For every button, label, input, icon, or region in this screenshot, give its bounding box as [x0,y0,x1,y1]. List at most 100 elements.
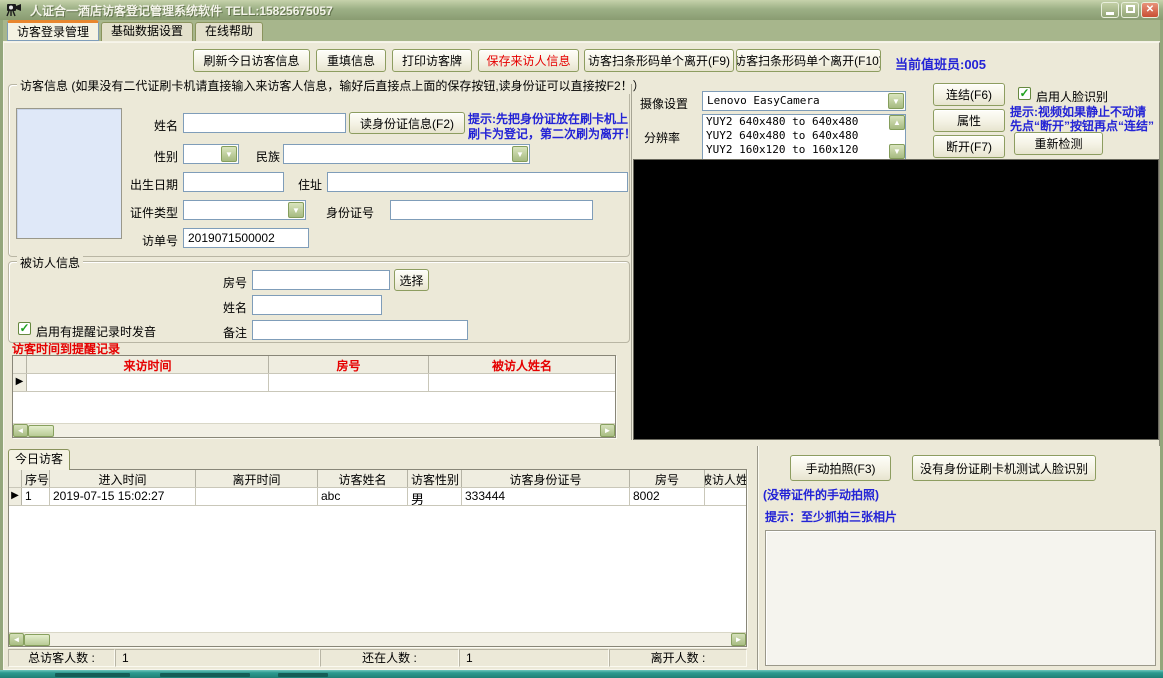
visitor-info-title: 访客信息 (如果没有二代证刷卡机请直接输入来访客人信息，输好后直接点上面的保存按… [17,77,648,94]
resolution-listbox[interactable]: YUY2 640x480 to 640x480 YUY2 640x480 to … [702,114,906,160]
properties-button[interactable]: 属性 [933,109,1005,132]
scrollbar-thumb[interactable] [28,425,54,437]
no-card-face-test-button[interactable]: 没有身份证刷卡机测试人脸识别 [912,455,1096,481]
address-input[interactable] [327,172,628,192]
birth-date-label: 出生日期 [108,176,178,193]
birth-date-input[interactable] [183,172,284,192]
remark-input[interactable] [252,320,468,340]
refresh-today-button[interactable]: 刷新今日访客信息 [193,49,310,72]
read-id-card-button[interactable]: 读身份证信息(F2) [349,112,465,134]
col-leave-time: 离开时间 [196,470,318,487]
cell-room-no: 8002 [630,488,705,505]
tab-online-help[interactable]: 在线帮助 [195,22,263,41]
scroll-left-icon[interactable]: ◄ [13,424,28,437]
visited-name-input[interactable] [252,295,382,315]
scroll-down-icon[interactable]: ▼ [889,144,905,159]
cell-entry-time: 2019-07-15 15:02:27 [50,488,196,505]
present-visitors-label: 还在人数 : [320,649,459,667]
taskbar-button[interactable] [160,673,250,677]
today-visitors-table: 序号 进入时间 离开时间 访客姓名 访客性别 访客身份证号 房号 被访人姓名 ▶… [8,469,747,647]
row-selector-header [9,470,22,487]
scroll-right-icon[interactable]: ► [600,424,615,437]
visit-no-label: 访单号 [130,232,178,249]
connect-button[interactable]: 连结(F6) [933,83,1005,106]
reminder-table-header: 来访时间 房号 被访人姓名 [13,356,615,374]
sound-reminder-label: 启用有提醒记录时发音 [36,323,156,340]
cell-visited-name [705,488,746,505]
resolution-label: 分辨率 [644,129,680,146]
app-icon [6,3,22,17]
id-number-label: 身份证号 [312,204,374,221]
id-card-tip-line2: 刷卡为登记，第二次刷为离开！ [468,125,629,142]
resolution-option[interactable]: YUY2 640x480 to 640x480 [703,115,905,129]
camera-device-select[interactable]: Lenovo EasyCamera ▼ [702,91,906,111]
cell-leave-time [196,488,318,505]
minimize-button[interactable] [1101,2,1119,18]
redetect-button[interactable]: 重新检测 [1014,132,1103,155]
gender-select[interactable]: ▼ [183,144,239,164]
camera-video-feed [633,159,1159,440]
today-hscrollbar[interactable]: ◄ ► [9,632,746,646]
resolution-option[interactable]: YUY2 160x120 to 160x120 [703,143,905,157]
camera-settings-label: 摄像设置 [640,95,688,112]
manual-photo-button[interactable]: 手动拍照(F3) [790,455,891,481]
id-type-select[interactable]: ▼ [183,200,306,220]
today-table-header: 序号 进入时间 离开时间 访客姓名 访客性别 访客身份证号 房号 被访人姓名 [9,470,746,488]
tab-base-data[interactable]: 基础数据设置 [101,22,193,41]
taskbar-button[interactable] [278,673,328,677]
window-title: 人证合一酒店访客登记管理系统软件 TELL:15825675057 [30,2,333,19]
save-visitor-button[interactable]: 保存来访人信息 [478,49,579,72]
ethnic-select[interactable]: ▼ [283,144,530,164]
refill-info-button[interactable]: 重填信息 [316,49,386,72]
scroll-left-icon[interactable]: ◄ [9,633,24,646]
face-recognition-checkbox[interactable]: ✓ [1018,87,1031,100]
resolution-option[interactable]: YUY2 640x480 to 640x480 [703,129,905,143]
cell-visitor-id-no: 333444 [462,488,630,505]
today-table-row[interactable]: ▶ 1 2019-07-15 15:02:27 abc 男 333444 800… [9,488,746,506]
present-visitors-value: 1 [459,649,609,667]
total-visitors-value: 1 [115,649,320,667]
col-visited-name: 被访人姓名 [429,356,615,373]
cell-visitor-name: abc [318,488,408,505]
row-selector-header [13,356,27,373]
camera-device-value: Lenovo EasyCamera [707,94,820,107]
left-visitors-label: 离开人数 : [609,649,747,667]
scan-barcode-leave-f9-button[interactable]: 访客扫条形码单个离开(F9) [584,49,734,72]
row-marker-icon: ▶ [13,374,27,391]
col-visitor-name: 访客姓名 [318,470,408,487]
room-no-input[interactable] [252,270,390,290]
sound-reminder-checkbox[interactable]: ✓ [18,322,31,335]
close-button[interactable]: ✕ [1141,2,1159,18]
gender-label: 性别 [130,148,178,165]
row-marker-icon: ▶ [9,488,22,505]
select-room-button[interactable]: 选择 [394,269,429,291]
visit-no-input[interactable]: 2019071500002 [183,228,309,248]
manual-photo-note: (没带证件的手动拍照) [763,486,879,503]
scrollbar-thumb[interactable] [24,634,50,646]
tab-visitor-register[interactable]: 访客登录管理 [7,20,99,41]
room-no-label: 房号 [207,274,247,291]
col-visitor-id-no: 访客身份证号 [462,470,630,487]
scroll-right-icon[interactable]: ► [731,633,746,646]
chevron-down-icon[interactable]: ▼ [512,146,528,162]
ethnic-label: 民族 [248,148,280,165]
print-badge-button[interactable]: 打印访客牌 [392,49,472,72]
scroll-up-icon[interactable]: ▲ [889,115,905,130]
maximize-button[interactable] [1121,2,1139,18]
reminder-hscrollbar[interactable]: ◄ ► [13,423,615,437]
disconnect-button[interactable]: 断开(F7) [933,135,1005,158]
id-type-label: 证件类型 [108,204,178,221]
scan-barcode-leave-f10-button[interactable]: 访客扫条形码单个离开(F10) [736,49,881,72]
window-controls: ✕ [1101,2,1159,18]
reminder-table-row[interactable]: ▶ [13,374,615,392]
chevron-down-icon[interactable]: ▼ [888,93,904,109]
chevron-down-icon[interactable]: ▼ [288,202,304,218]
taskbar-button[interactable] [55,673,130,677]
vertical-divider [631,84,632,440]
chevron-down-icon[interactable]: ▼ [221,146,237,162]
current-duty-officer: 当前值班员:005 [895,54,986,73]
titlebar: 人证合一酒店访客登记管理系统软件 TELL:15825675057 ✕ [0,0,1163,20]
tab-today-visitors[interactable]: 今日访客 [8,449,70,470]
id-number-input[interactable] [390,200,593,220]
name-input[interactable] [183,113,346,133]
